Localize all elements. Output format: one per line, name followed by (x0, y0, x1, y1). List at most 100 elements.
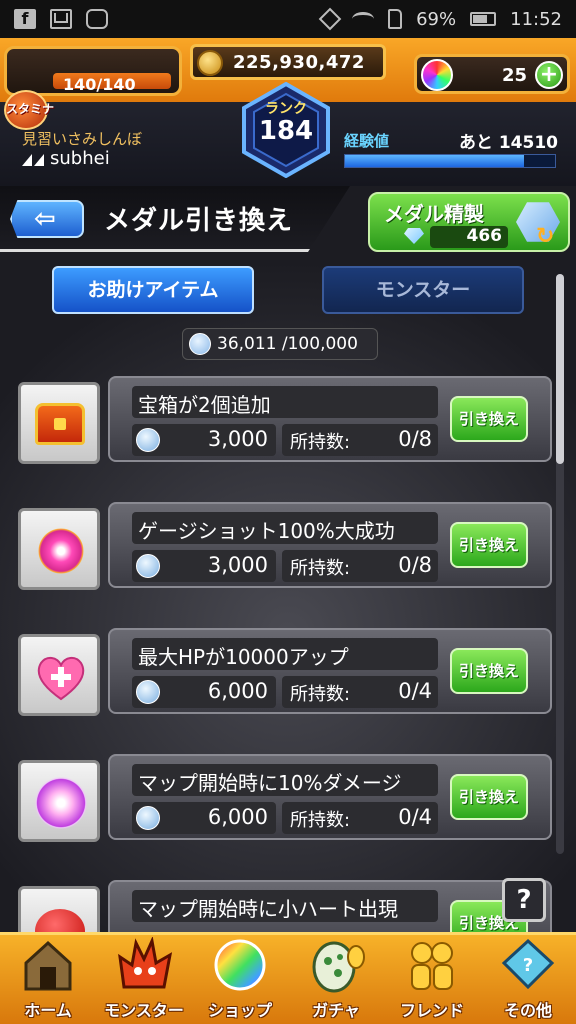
diamond-icon (404, 228, 424, 244)
list-item: マップ開始時に10%ダメージ 6,000 所持数: 0/4 引き換え (18, 754, 552, 850)
list-item: マップ開始時に小ハート出現 引き換え (18, 880, 552, 932)
owned-label: 所持数: (290, 432, 351, 453)
item-icon-box (18, 508, 100, 590)
refine-count-box: 466 (430, 226, 508, 248)
owned-count: 0/8 (398, 427, 432, 451)
list-item: 最大HPが10000アップ 6,000 所持数: 0/4 引き換え (18, 628, 552, 724)
nav-monster[interactable]: モンスター (96, 935, 192, 1024)
home-icon (24, 940, 72, 991)
exp-bar-fill (345, 155, 524, 167)
exp-remaining: あと 14510 (458, 133, 558, 153)
item-card: 最大HPが10000アップ 6,000 所持数: 0/4 引き換え (108, 628, 552, 714)
treasure-chest-icon (35, 403, 85, 445)
nav-gacha[interactable]: ガチャ (288, 935, 384, 1024)
item-icon-box (18, 634, 100, 716)
gauge-shot-icon (35, 525, 87, 577)
medal-icon (136, 806, 160, 830)
mail-icon (50, 9, 72, 29)
item-icon-box (18, 760, 100, 842)
nav-friend[interactable]: フレンド (384, 935, 480, 1024)
medal-refine-button[interactable]: メダル精製 466 ↻ (368, 192, 570, 252)
player-name: subhei (50, 148, 110, 169)
orb-count: 25 (501, 65, 527, 86)
orb-panel: 25 + (414, 54, 570, 94)
list-item: 宝箱が2個追加 3,000 所持数: 0/8 引き換え (18, 376, 552, 472)
nav-shop[interactable]: ショップ (192, 935, 288, 1024)
help-button[interactable]: ? (502, 878, 546, 922)
medal-icon (189, 333, 211, 355)
item-name: マップ開始時に10%ダメージ (138, 771, 402, 795)
medal-icon (136, 554, 160, 578)
exp-bar (344, 154, 556, 168)
tab-support-items[interactable]: お助けアイテム (52, 266, 254, 314)
scroll-thumb[interactable] (556, 274, 564, 464)
player-tag-icon (22, 152, 46, 166)
item-cost: 6,000 (207, 805, 268, 829)
back-arrow-icon: ⇦ (34, 204, 56, 234)
apple-heart-icon (35, 909, 85, 932)
egg-gacha-icon (312, 941, 365, 993)
rotate-icon (318, 7, 342, 31)
owned-count: 0/4 (398, 679, 432, 703)
item-icon-box (18, 382, 100, 464)
exchange-button[interactable]: 引き換え (450, 648, 528, 694)
list-item: ゲージショット100%大成功 3,000 所持数: 0/8 引き換え (18, 502, 552, 598)
nav-label: ホーム (24, 1001, 72, 1020)
wifi-icon (352, 12, 375, 26)
orb-shop-icon (214, 939, 266, 991)
bottom-nav: ホーム モンスター ショップ ガチャ フレンド ? その他 (0, 932, 576, 1024)
item-cost: 3,000 (207, 553, 268, 577)
burst-orb-icon (33, 775, 89, 831)
medal-count-box: 36,011 /100,000 (182, 328, 378, 360)
title-bar: ⇦ メダル引き換え (0, 186, 350, 252)
item-card: マップ開始時に小ハート出現 引き換え (108, 880, 552, 932)
battery-percent: 69% (416, 8, 457, 30)
rank-badge: ランク 184 (240, 82, 332, 178)
back-button[interactable]: ⇦ (10, 200, 84, 238)
exp-label: 経験値 (344, 132, 390, 150)
owned-label: 所持数: (290, 558, 351, 579)
player-title: 見習いさみしんぼ (22, 130, 143, 148)
nav-home[interactable]: ホーム (0, 935, 96, 1024)
nav-other[interactable]: ? その他 (480, 935, 576, 1024)
item-name: マップ開始時に小ハート出現 (138, 897, 398, 921)
coin-panel: 225,930,472 (190, 44, 386, 80)
rainbow-orb-icon (421, 59, 453, 91)
page-title: メダル引き換え (104, 206, 294, 236)
gold-coin-icon (197, 50, 223, 76)
coin-count: 225,930,472 (233, 52, 365, 73)
exchange-button[interactable]: 引き換え (450, 396, 528, 442)
stamina-label: スタミナ (6, 102, 55, 116)
nav-label: ショップ (207, 1001, 272, 1020)
main-content: ⇦ メダル引き換え メダル精製 466 ↻ お助けアイテム モンスター 36,0… (0, 186, 576, 932)
nav-label: フレンド (399, 1001, 464, 1020)
friend-icon (411, 942, 453, 990)
item-card: ゲージショット100%大成功 3,000 所持数: 0/8 引き換え (108, 502, 552, 588)
nav-label: ガチャ (312, 1001, 360, 1020)
add-orbs-button[interactable]: + (535, 61, 563, 89)
battery-icon (470, 12, 497, 26)
owned-count: 0/4 (398, 805, 432, 829)
facebook-icon: f (14, 9, 36, 29)
exchange-button[interactable]: 引き換え (450, 774, 528, 820)
other-icon: ? (501, 938, 555, 990)
medal-icon (136, 428, 160, 452)
item-icon-box (18, 886, 100, 932)
medal-icon (136, 680, 160, 704)
item-card: 宝箱が2個追加 3,000 所持数: 0/8 引き換え (108, 376, 552, 462)
exchange-button[interactable]: 引き換え (450, 522, 528, 568)
top-hud: 140/140 スタミナ 225,930,472 25 + ランク 184 見習… (0, 38, 576, 186)
item-card: マップ開始時に10%ダメージ 6,000 所持数: 0/4 引き換え (108, 754, 552, 840)
tab-monster[interactable]: モンスター (322, 266, 524, 314)
status-bar: f 69% 11:52 (0, 0, 576, 38)
stamina-panel[interactable]: 140/140 (4, 46, 182, 96)
heart-plus-icon (37, 657, 85, 701)
medal-refine-label: メダル精製 (384, 202, 484, 226)
item-name: 宝箱が2個追加 (138, 393, 271, 417)
clock: 11:52 (510, 8, 562, 30)
owned-label: 所持数: (290, 684, 351, 705)
monster-icon (118, 937, 173, 989)
nav-label: モンスター (104, 1001, 184, 1020)
scrollbar[interactable] (556, 274, 564, 854)
owned-label: 所持数: (290, 810, 351, 831)
